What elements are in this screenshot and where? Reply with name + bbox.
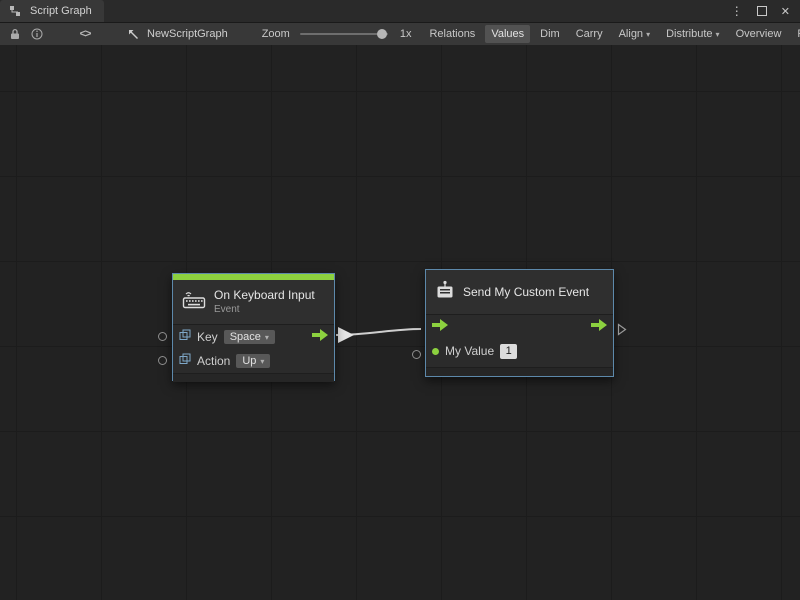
tab-bar: Script Graph ⋮ ✕ <box>0 0 800 23</box>
breadcrumb[interactable]: NewScriptGraph <box>124 25 228 43</box>
key-port-row: Key Space ▾ <box>173 325 334 349</box>
value-port-icon[interactable] <box>432 348 439 355</box>
output-triangle-port[interactable] <box>617 323 627 341</box>
graph-hierarchy-icon <box>6 2 24 20</box>
zoom-value: 1x <box>400 28 412 40</box>
my-value-row: My Value 1 <box>426 339 613 363</box>
node-title: On Keyboard Input <box>214 289 315 302</box>
custom-event-icon <box>435 280 455 304</box>
connection-wire <box>0 45 800 600</box>
align-dropdown-button[interactable]: Align ▾ <box>613 25 656 43</box>
trigger-input-port[interactable] <box>432 318 448 336</box>
object-port-icon <box>179 328 191 346</box>
node-footer <box>426 367 613 376</box>
my-value-label: My Value <box>445 344 494 358</box>
values-button[interactable]: Values <box>485 25 530 43</box>
key-dropdown[interactable]: Space ▾ <box>224 330 275 344</box>
dropdown-arrow-icon: ▾ <box>265 333 269 342</box>
tab-title: Script Graph <box>30 5 92 17</box>
info-icon[interactable] <box>28 25 46 43</box>
dropdown-arrow-icon: ▾ <box>646 30 650 39</box>
node-header: On Keyboard Input Event <box>173 280 334 325</box>
lock-icon[interactable] <box>6 25 24 43</box>
dropdown-arrow-icon: ▾ <box>260 357 264 366</box>
kebab-menu-icon[interactable]: ⋮ <box>731 4 743 18</box>
my-value-external-port[interactable] <box>412 350 421 359</box>
graph-name-label: NewScriptGraph <box>147 28 228 40</box>
graph-toolbar: <> NewScriptGraph Zoom 1x Relations Valu… <box>0 23 800 46</box>
graph-pointer-icon <box>124 25 142 43</box>
my-value-input[interactable]: 1 <box>500 344 517 359</box>
node-header: Send My Custom Event <box>426 270 613 315</box>
dropdown-arrow-icon: ▾ <box>716 30 720 39</box>
dim-button[interactable]: Dim <box>534 25 566 43</box>
node-on-keyboard-input[interactable]: On Keyboard Input Event Key Space ▾ <box>172 273 335 381</box>
key-external-port[interactable] <box>158 332 167 341</box>
object-port-icon <box>179 352 191 370</box>
action-label: Action <box>197 354 230 368</box>
graph-canvas[interactable]: On Keyboard Input Event Key Space ▾ <box>0 45 800 600</box>
distribute-dropdown-button[interactable]: Distribute ▾ <box>660 25 725 43</box>
keyboard-icon <box>182 290 206 314</box>
node-send-my-custom-event[interactable]: Send My Custom Event My Value 1 <box>425 269 614 377</box>
node-subtitle: Event <box>214 304 315 315</box>
script-graph-window: Script Graph ⋮ ✕ <> <box>0 0 800 600</box>
key-label: Key <box>197 330 218 344</box>
action-dropdown[interactable]: Up ▾ <box>236 354 270 368</box>
code-icon[interactable]: <> <box>76 25 94 43</box>
action-port-row: Action Up ▾ <box>173 349 334 373</box>
node-title: Send My Custom Event <box>463 286 589 299</box>
trigger-output-port[interactable] <box>591 318 607 336</box>
overview-button[interactable]: Overview <box>730 25 788 43</box>
node-footer <box>173 373 334 382</box>
tab-script-graph[interactable]: Script Graph <box>0 0 104 22</box>
close-icon[interactable]: ✕ <box>781 5 790 18</box>
trigger-output-port[interactable] <box>312 328 328 346</box>
zoom-slider-knob[interactable] <box>377 29 387 39</box>
flow-port-row <box>426 315 613 339</box>
action-external-port[interactable] <box>158 356 167 365</box>
zoom-slider[interactable] <box>300 33 388 35</box>
carry-button[interactable]: Carry <box>570 25 609 43</box>
window-controls: ⋮ ✕ <box>721 0 800 22</box>
maximize-icon[interactable] <box>757 6 767 16</box>
full-screen-button[interactable]: Full Screen <box>791 25 800 43</box>
relations-button[interactable]: Relations <box>423 25 481 43</box>
zoom-label: Zoom <box>262 28 290 40</box>
